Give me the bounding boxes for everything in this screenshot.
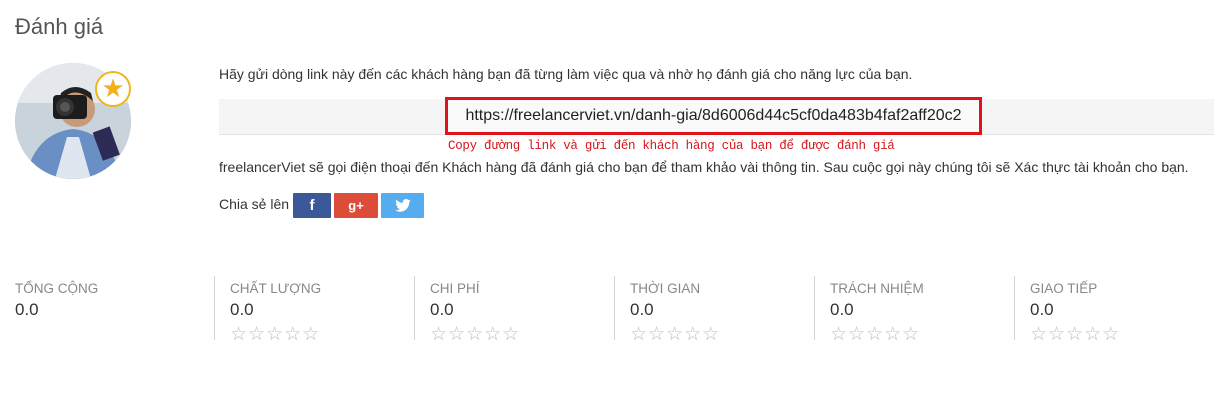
stat-label: TRÁCH NHIỆM [830, 281, 924, 296]
top-freelancer-badge: ★ [95, 71, 131, 107]
stat-label: THỜI GIAN [630, 281, 701, 296]
star-icon: ★ [101, 74, 125, 104]
stat-value: 0.0 [830, 300, 854, 319]
stat-quality: CHẤT LƯỢNG 0.0 ☆☆☆☆☆ [214, 276, 322, 345]
star-rating: ☆☆☆☆☆ [430, 323, 521, 345]
google-plus-icon: g+ [348, 198, 364, 213]
share-row: Chia sẻ lên f g+ [219, 193, 427, 218]
intro-text: Hãy gửi dòng link này đến các khách hàng… [219, 66, 913, 82]
review-link-field[interactable]: https://freelancerviet.vn/danh-gia/8d600… [445, 97, 982, 135]
star-rating: ☆☆☆☆☆ [830, 323, 921, 345]
stat-value: 0.0 [230, 300, 254, 319]
share-google-plus-button[interactable]: g+ [334, 193, 379, 218]
twitter-bird-icon [394, 199, 411, 212]
stat-responsibility: TRÁCH NHIỆM 0.0 ☆☆☆☆☆ [814, 276, 924, 345]
stat-value: 0.0 [1030, 300, 1054, 319]
avatar-container: ★ [15, 63, 133, 181]
stat-label: CHI PHÍ [430, 281, 480, 296]
verification-note: freelancerViet sẽ gọi điện thoại đến Khá… [219, 159, 1189, 175]
stat-value: 0.0 [15, 300, 39, 319]
rating-stats: TỔNG CỘNG 0.0 CHẤT LƯỢNG 0.0 ☆☆☆☆☆ CHI P… [0, 276, 1228, 346]
star-rating: ☆☆☆☆☆ [1030, 323, 1121, 345]
stat-label: TỔNG CỘNG [15, 281, 99, 296]
share-facebook-button[interactable]: f [293, 193, 332, 218]
stat-total: TỔNG CỘNG 0.0 [15, 276, 98, 340]
stat-time: THỜI GIAN 0.0 ☆☆☆☆☆ [614, 276, 720, 345]
stat-label: CHẤT LƯỢNG [230, 281, 322, 296]
stat-communication: GIAO TIẾP 0.0 ☆☆☆☆☆ [1014, 276, 1120, 345]
copy-hint: Copy đường link và gửi đến khách hàng củ… [448, 139, 895, 153]
stat-value: 0.0 [430, 300, 454, 319]
facebook-icon: f [309, 197, 315, 214]
share-twitter-button[interactable] [381, 193, 425, 218]
page-title: Đánh giá [15, 14, 104, 39]
stat-label: GIAO TIẾP [1030, 281, 1098, 296]
share-label: Chia sẻ lên [219, 195, 290, 212]
stat-value: 0.0 [630, 300, 654, 319]
star-rating: ☆☆☆☆☆ [230, 323, 321, 345]
star-rating: ☆☆☆☆☆ [630, 323, 721, 345]
stat-cost: CHI PHÍ 0.0 ☆☆☆☆☆ [414, 276, 520, 345]
